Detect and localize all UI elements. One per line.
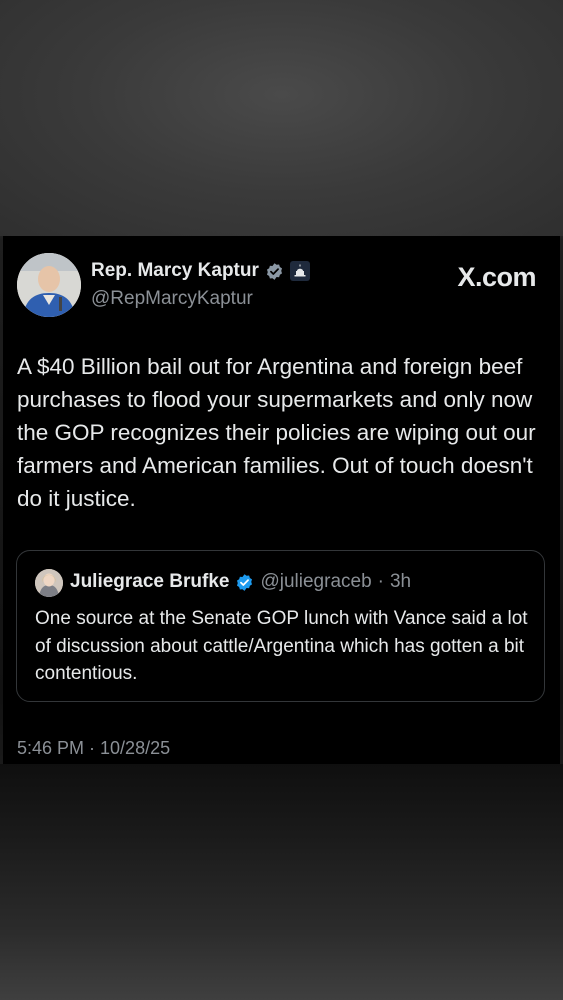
background-bottom [0,764,563,1000]
author-name[interactable]: Rep. Marcy Kaptur [91,260,259,282]
quote-verified-badge-icon [235,573,254,592]
quote-author-name[interactable]: Juliegrace Brufke [70,571,229,593]
quoted-tweet[interactable]: Juliegrace Brufke @juliegraceb · 3h One … [16,550,545,702]
author-name-row: Rep. Marcy Kaptur [91,260,310,282]
author-avatar[interactable] [17,253,81,317]
quote-age: 3h [389,571,412,592]
quote-text: One source at the Senate GOP lunch with … [35,608,528,684]
author-handle[interactable]: @RepMarcyKaptur [91,288,253,310]
tweet-timestamp[interactable]: 5:46 PM · 10/28/25 [17,738,170,759]
quote-author-avatar[interactable] [35,569,63,597]
quote-avatar-image [35,569,63,597]
quote-separator: · [377,571,384,592]
x-com-logo: X.com [457,262,536,292]
quote-author-handle[interactable]: @juliegraceb [260,571,371,593]
background-top [0,0,563,236]
quote-header: Juliegrace Brufke @juliegraceb · 3h [70,571,411,593]
tweet-text: A $40 Billion bail out for Argentina and… [17,354,536,511]
verified-badge-icon [265,262,284,281]
tweet-card: Rep. Marcy Kaptur @RepMarcyKaptur X.com … [3,236,560,764]
capitol-icon [289,261,310,281]
author-avatar-image [17,253,81,317]
